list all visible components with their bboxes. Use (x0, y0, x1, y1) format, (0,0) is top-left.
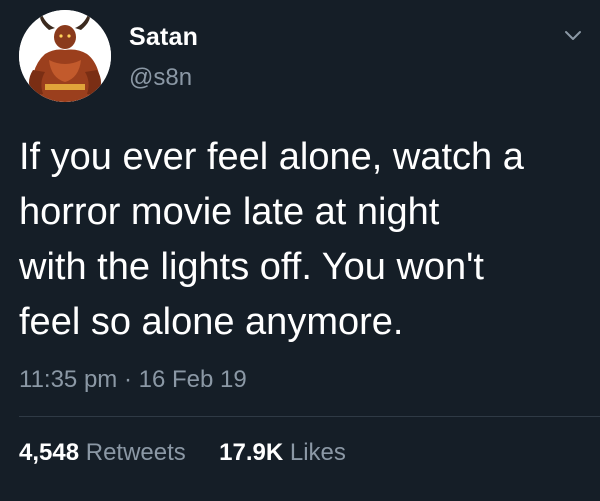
meta-separator: · (123, 366, 132, 393)
likes-label: Likes (289, 439, 346, 466)
user-handle[interactable]: @s8n (129, 64, 192, 92)
tweet-card: Satan @s8n If you ever feel alone, watch… (0, 0, 600, 501)
avatar[interactable] (19, 10, 111, 102)
user-display-name[interactable]: Satan (129, 23, 198, 52)
tweet-timestamp[interactable]: 11:35 pm · 16 Feb 19 (19, 366, 247, 394)
retweets-count: 4,548 (19, 439, 80, 466)
tweet-date: 16 Feb 19 (138, 366, 247, 393)
tweet-stats: 4,548 Retweets 17.9K Likes (19, 439, 346, 467)
likes-count: 17.9K (219, 439, 284, 466)
retweets-stat[interactable]: 4,548 Retweets (19, 439, 192, 466)
tweet-time: 11:35 pm (19, 366, 118, 393)
tweet-text: If you ever feel alone, watch a horror m… (19, 136, 524, 343)
likes-stat[interactable]: 17.9K Likes (212, 439, 346, 466)
chevron-down-icon[interactable] (562, 26, 584, 44)
retweets-label: Retweets (85, 439, 186, 466)
divider (19, 416, 600, 417)
avatar-image (19, 10, 111, 102)
